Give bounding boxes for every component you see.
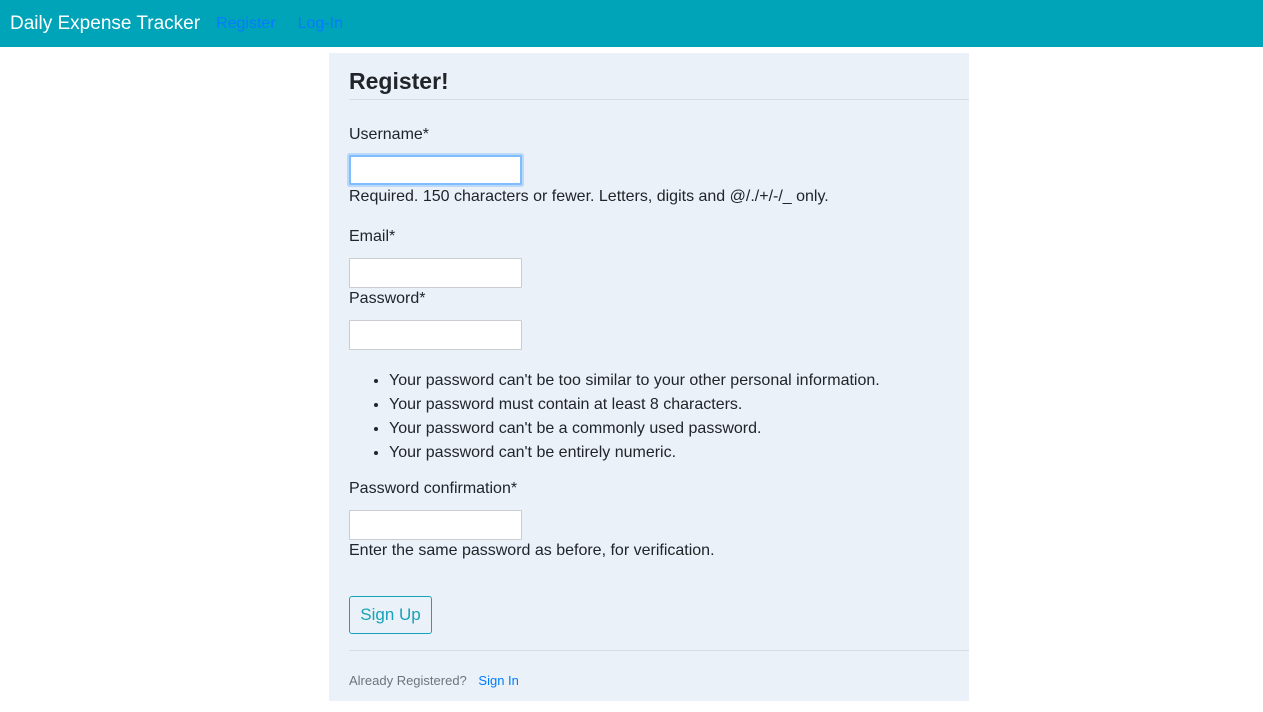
sign-in-link[interactable]: Sign In: [478, 673, 518, 688]
navbar: Daily Expense Tracker Register Log-In: [0, 0, 1263, 47]
already-registered-text: Already Registered?: [349, 673, 467, 688]
password-input[interactable]: [349, 320, 522, 350]
email-label: Email*: [349, 228, 396, 245]
password-rules-list: Your password can't be too similar to yo…: [369, 369, 880, 465]
password-rule: Your password can't be entirely numeric.: [389, 441, 880, 465]
username-label: Username*: [349, 126, 430, 143]
nav-link-login[interactable]: Log-In: [298, 15, 343, 33]
brand-title[interactable]: Daily Expense Tracker: [10, 13, 200, 35]
sign-up-button[interactable]: Sign Up: [349, 596, 432, 634]
password-rule: Your password must contain at least 8 ch…: [389, 393, 880, 417]
password-label: Password*: [349, 290, 426, 307]
password-rule: Your password can't be a commonly used p…: [389, 417, 880, 441]
page-title: Register!: [349, 68, 449, 94]
password-rule: Your password can't be too similar to yo…: [389, 369, 880, 393]
email-input[interactable]: [349, 258, 522, 288]
signin-footer: Already Registered? Sign In: [349, 673, 519, 688]
password-confirmation-input[interactable]: [349, 510, 522, 540]
register-panel: Register! Username* Required. 150 charac…: [329, 53, 969, 701]
footer-divider: [349, 650, 969, 651]
title-divider: [349, 99, 969, 100]
username-input[interactable]: [349, 155, 522, 185]
password-confirmation-label: Password confirmation*: [349, 480, 518, 497]
password-confirmation-help: Enter the same password as before, for v…: [349, 542, 715, 559]
nav-link-register[interactable]: Register: [216, 15, 276, 33]
username-help: Required. 150 characters or fewer. Lette…: [349, 188, 829, 205]
